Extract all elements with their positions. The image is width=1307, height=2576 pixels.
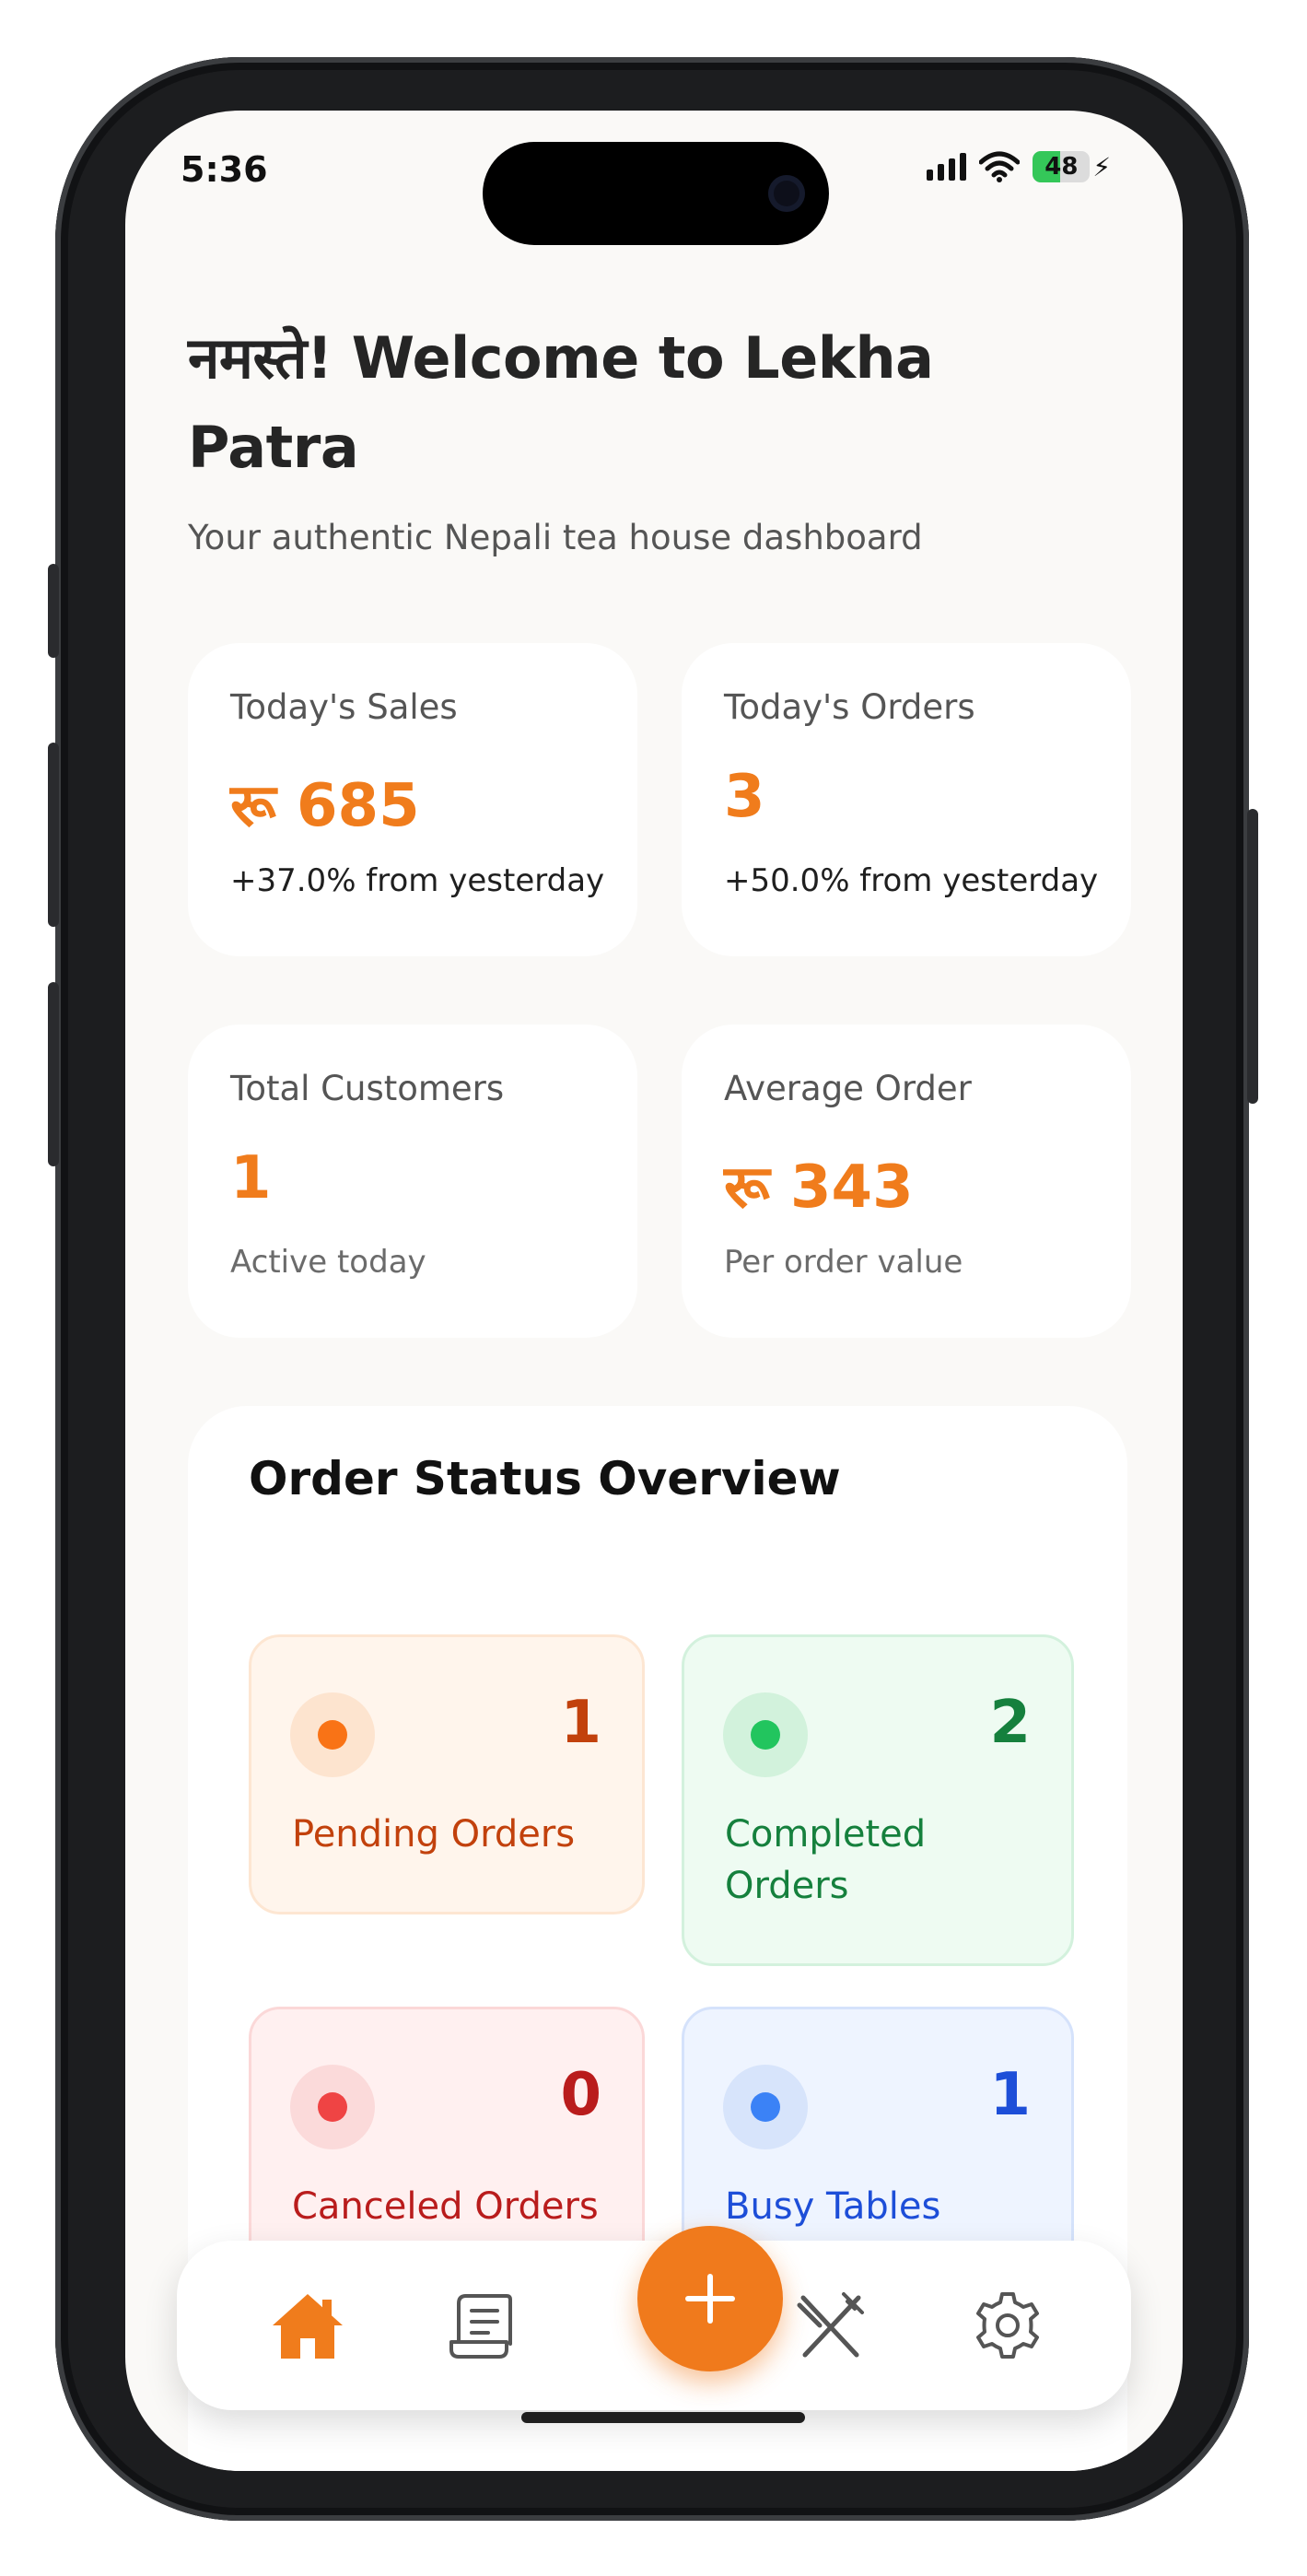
stat-card-customers[interactable]: Total Customers 1 Active today bbox=[188, 1025, 637, 1338]
battery-level: 48 bbox=[1044, 153, 1079, 181]
dynamic-island bbox=[483, 142, 829, 245]
stat-value: 1 bbox=[230, 1144, 272, 1212]
stat-title: Total Customers bbox=[230, 1069, 505, 1108]
action-button bbox=[48, 564, 59, 658]
bottom-nav bbox=[177, 2226, 1131, 2410]
stat-note: Per order value bbox=[724, 1244, 963, 1281]
dining-icon[interactable] bbox=[792, 2287, 869, 2364]
signal-icon bbox=[927, 153, 967, 181]
add-order-button[interactable] bbox=[637, 2226, 783, 2371]
settings-icon[interactable] bbox=[969, 2287, 1046, 2364]
status-label: Canceled Orders bbox=[292, 2185, 599, 2228]
status-dot-icon bbox=[723, 1692, 808, 1777]
status-count: 2 bbox=[989, 1689, 1031, 1757]
status-count: 1 bbox=[560, 1689, 601, 1757]
stat-value: 3 bbox=[724, 763, 765, 831]
stat-note: Active today bbox=[230, 1244, 426, 1281]
status-dot-icon bbox=[290, 2065, 375, 2149]
power-button bbox=[1247, 809, 1258, 1104]
status-time: 5:36 bbox=[181, 149, 268, 190]
stat-note: +50.0% from yesterday bbox=[724, 862, 1099, 899]
stat-title: Today's Orders bbox=[724, 687, 975, 727]
stat-value: रू 685 bbox=[230, 772, 420, 840]
page-subtitle: Your authentic Nepali tea house dashboar… bbox=[188, 518, 923, 557]
status-dot-icon bbox=[290, 1692, 375, 1777]
home-icon[interactable] bbox=[269, 2287, 346, 2364]
stat-card-orders[interactable]: Today's Orders 3 +50.0% from yesterday bbox=[682, 643, 1131, 956]
stat-card-average-order[interactable]: Average Order रू 343 Per order value bbox=[682, 1025, 1131, 1338]
battery-icon: 48 ⚡ bbox=[1033, 151, 1111, 182]
stat-title: Average Order bbox=[724, 1069, 972, 1108]
receipt-icon[interactable] bbox=[444, 2287, 521, 2364]
status-tile-completed[interactable]: 2 Completed Orders bbox=[682, 1634, 1074, 1966]
stat-note: +37.0% from yesterday bbox=[230, 862, 605, 899]
stat-value: रू 343 bbox=[724, 1153, 914, 1222]
status-label: Busy Tables bbox=[725, 2185, 941, 2228]
wifi-icon bbox=[979, 151, 1021, 182]
charging-icon: ⚡ bbox=[1092, 151, 1111, 182]
status-label: Pending Orders bbox=[292, 1813, 576, 1856]
status-count: 1 bbox=[989, 2061, 1031, 2129]
volume-up-button bbox=[48, 743, 59, 927]
status-count: 0 bbox=[560, 2061, 601, 2129]
status-indicators: 48 ⚡ bbox=[927, 151, 1111, 182]
volume-down-button bbox=[48, 982, 59, 1166]
home-indicator[interactable] bbox=[521, 2412, 805, 2423]
plus-icon bbox=[685, 2274, 735, 2324]
status-tile-pending[interactable]: 1 Pending Orders bbox=[249, 1634, 645, 1914]
stat-title: Today's Sales bbox=[230, 687, 458, 727]
status-dot-icon bbox=[723, 2065, 808, 2149]
page-title: नमस्ते! Welcome to Lekha Patra bbox=[188, 324, 934, 481]
app-screen: 5:36 48 ⚡ नमस्ते! Welcome to Lekha Patra… bbox=[125, 111, 1183, 2471]
section-title: Order Status Overview bbox=[249, 1452, 841, 1505]
camera-icon bbox=[768, 175, 805, 212]
stat-card-sales[interactable]: Today's Sales रू 685 +37.0% from yesterd… bbox=[188, 643, 637, 956]
status-label: Completed Orders bbox=[725, 1813, 927, 1907]
